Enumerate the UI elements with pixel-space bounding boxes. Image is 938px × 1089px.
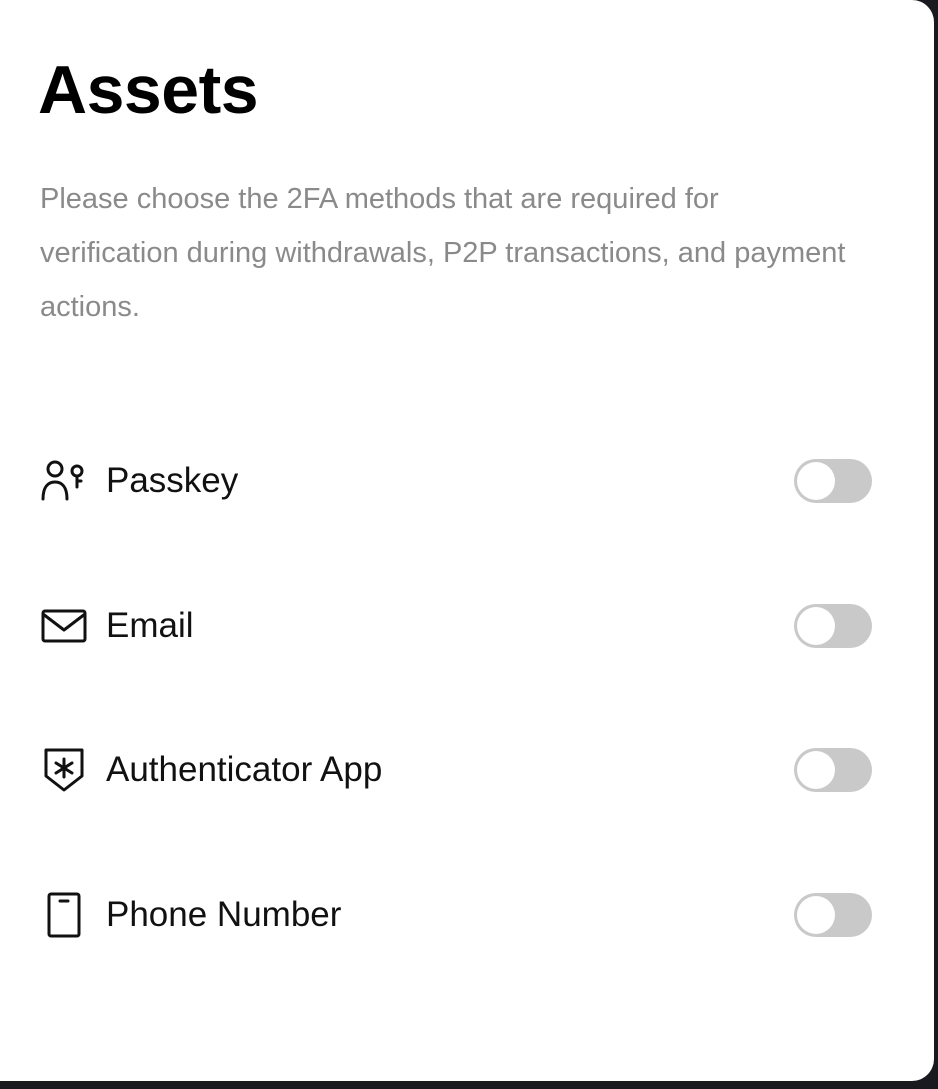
method-label-email: Email — [106, 606, 194, 645]
mail-icon — [40, 601, 90, 651]
authenticator-shield-icon — [40, 745, 90, 795]
method-row-passkey: Passkey — [40, 453, 872, 509]
toggle-knob — [797, 462, 835, 500]
method-label-phone: Phone Number — [106, 895, 342, 934]
phone-icon — [40, 890, 90, 940]
email-toggle[interactable] — [794, 604, 872, 648]
toggle-knob — [797, 896, 835, 934]
authenticator-toggle[interactable] — [794, 748, 872, 792]
method-row-authenticator: Authenticator App — [40, 742, 872, 798]
assets-2fa-panel: Assets Please choose the 2FA methods tha… — [0, 0, 934, 1081]
page-title: Assets — [38, 52, 259, 128]
toggle-knob — [797, 751, 835, 789]
method-label-authenticator: Authenticator App — [106, 750, 383, 789]
method-row-phone: Phone Number — [40, 887, 872, 943]
toggle-knob — [797, 607, 835, 645]
method-row-email: Email — [40, 598, 872, 654]
method-label-passkey: Passkey — [106, 461, 239, 500]
panel-description: Please choose the 2FA methods that are r… — [40, 183, 846, 323]
passkey-toggle[interactable] — [794, 459, 872, 503]
passkey-icon — [40, 456, 90, 506]
phone-toggle[interactable] — [794, 893, 872, 937]
